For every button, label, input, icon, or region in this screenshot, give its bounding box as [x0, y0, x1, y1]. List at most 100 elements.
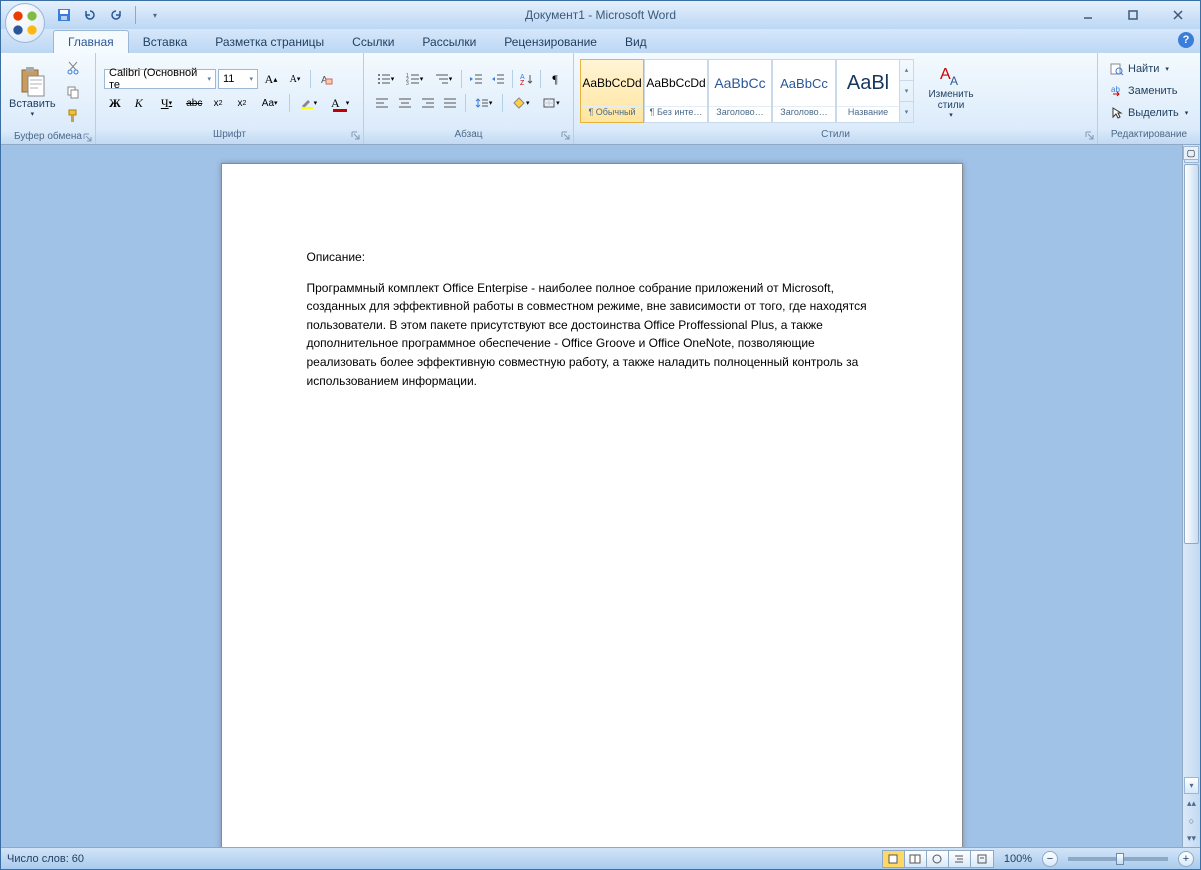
- style-item-title[interactable]: AaBl Название: [836, 59, 900, 123]
- minimize-button[interactable]: [1065, 1, 1110, 29]
- font-color-icon[interactable]: A▾: [325, 93, 355, 113]
- select-button[interactable]: Выделить▾: [1106, 102, 1192, 124]
- decrease-indent-icon[interactable]: [466, 69, 486, 89]
- help-icon[interactable]: ?: [1178, 32, 1194, 48]
- styles-gallery: AaBbCcDd ¶ Обычный AaBbCcDd ¶ Без инте… …: [580, 59, 914, 123]
- office-button[interactable]: [5, 3, 45, 43]
- find-button[interactable]: Найти▾: [1106, 58, 1192, 80]
- doc-heading: Описание:: [307, 248, 877, 267]
- group-clipboard: Вставить ▾ Буфер обмена: [1, 53, 96, 144]
- launcher-icon[interactable]: [1084, 130, 1095, 141]
- change-styles-button[interactable]: AA Изменить стили ▾: [922, 55, 980, 127]
- bold-icon[interactable]: Ж: [104, 93, 126, 113]
- grow-font-icon[interactable]: A▴: [260, 69, 282, 89]
- superscript-icon[interactable]: x2: [231, 93, 253, 113]
- bullets-icon[interactable]: ▾: [372, 69, 399, 89]
- font-size-combo[interactable]: 11▾: [218, 69, 258, 89]
- print-layout-view-icon[interactable]: [883, 851, 905, 867]
- view-buttons: [882, 850, 994, 868]
- browse-object-icon[interactable]: ○: [1183, 812, 1200, 829]
- page[interactable]: Описание: Программный комплект Office En…: [221, 163, 963, 847]
- justify-icon[interactable]: [440, 93, 461, 113]
- tab-references[interactable]: Ссылки: [338, 31, 408, 53]
- show-marks-icon[interactable]: ¶: [545, 69, 565, 89]
- group-label-clipboard: Буфер обмена: [1, 131, 95, 144]
- clear-formatting-icon[interactable]: A: [315, 69, 337, 89]
- fullscreen-reading-view-icon[interactable]: [905, 851, 927, 867]
- browse-buttons: ▴▴ ○ ▾▾: [1183, 795, 1200, 847]
- italic-icon[interactable]: К: [128, 93, 150, 113]
- status-bar: Число слов: 60 100% − +: [1, 847, 1200, 869]
- outline-view-icon[interactable]: [949, 851, 971, 867]
- launcher-icon[interactable]: [82, 132, 93, 143]
- paste-button[interactable]: Вставить ▾: [5, 56, 60, 128]
- styles-up-icon[interactable]: ▴: [900, 60, 913, 81]
- scroll-thumb[interactable]: [1184, 164, 1199, 544]
- document-scroll[interactable]: Описание: Программный комплект Office En…: [1, 145, 1182, 847]
- copy-icon[interactable]: [62, 81, 84, 103]
- shading-icon[interactable]: ▾: [507, 93, 535, 113]
- next-page-icon[interactable]: ▾▾: [1183, 830, 1200, 847]
- scroll-track[interactable]: [1183, 164, 1200, 776]
- style-item-heading1[interactable]: AaBbCc Заголово…: [708, 59, 772, 123]
- ribbon-tabs: Главная Вставка Разметка страницы Ссылки…: [1, 29, 1200, 53]
- change-case-icon[interactable]: Aa▾: [255, 93, 285, 113]
- save-icon[interactable]: [53, 4, 75, 26]
- quick-access-toolbar: ▾: [53, 1, 166, 29]
- launcher-icon[interactable]: [350, 130, 361, 141]
- draft-view-icon[interactable]: [971, 851, 993, 867]
- align-center-icon[interactable]: [395, 93, 416, 113]
- window-controls: [1065, 1, 1200, 29]
- zoom-level[interactable]: 100%: [1004, 853, 1032, 865]
- prev-page-icon[interactable]: ▴▴: [1183, 795, 1200, 812]
- styles-down-icon[interactable]: ▾: [900, 81, 913, 102]
- scroll-down-icon[interactable]: ▾: [1184, 777, 1199, 794]
- web-layout-view-icon[interactable]: [927, 851, 949, 867]
- svg-text:Z: Z: [520, 80, 525, 85]
- format-painter-icon[interactable]: [62, 105, 84, 127]
- subscript-icon[interactable]: x2: [207, 93, 229, 113]
- style-item-heading2[interactable]: AaBbCc Заголово…: [772, 59, 836, 123]
- launcher-icon[interactable]: [560, 130, 571, 141]
- zoom-in-button[interactable]: +: [1178, 851, 1194, 867]
- align-right-icon[interactable]: [417, 93, 438, 113]
- underline-icon[interactable]: Ч ▾: [152, 93, 182, 113]
- styles-more-icon[interactable]: ▾: [900, 102, 913, 122]
- tab-view[interactable]: Вид: [611, 31, 661, 53]
- redo-icon[interactable]: [105, 4, 127, 26]
- strikethrough-icon[interactable]: abc: [183, 93, 205, 113]
- multilevel-list-icon[interactable]: ▾: [430, 69, 457, 89]
- close-button[interactable]: [1155, 1, 1200, 29]
- shrink-font-icon[interactable]: A▾: [284, 69, 306, 89]
- qat-customize-icon[interactable]: ▾: [144, 4, 166, 26]
- line-spacing-icon[interactable]: ▾: [470, 93, 498, 113]
- tab-review[interactable]: Рецензирование: [490, 31, 611, 53]
- ruler-toggle-icon[interactable]: ▢: [1183, 146, 1199, 160]
- maximize-button[interactable]: [1110, 1, 1155, 29]
- word-count[interactable]: Число слов: 60: [7, 853, 84, 865]
- vertical-scrollbar: ▴ ▾ ▴▴ ○ ▾▾: [1182, 145, 1200, 847]
- font-family-combo[interactable]: Calibri (Основной те▾: [104, 69, 216, 89]
- zoom-out-button[interactable]: −: [1042, 851, 1058, 867]
- tab-home[interactable]: Главная: [53, 30, 129, 53]
- group-paragraph: ▾ 123▾ ▾ AZ ¶ ▾: [364, 53, 574, 144]
- style-item-nospacing[interactable]: AaBbCcDd ¶ Без инте…: [644, 59, 708, 123]
- tab-layout[interactable]: Разметка страницы: [201, 31, 338, 53]
- group-label-styles: Стили: [574, 129, 1097, 144]
- cut-icon[interactable]: [62, 57, 84, 79]
- zoom-slider[interactable]: [1068, 857, 1168, 861]
- replace-button[interactable]: abЗаменить: [1106, 80, 1192, 102]
- align-left-icon[interactable]: [372, 93, 393, 113]
- highlight-icon[interactable]: ▾: [294, 93, 324, 113]
- borders-icon[interactable]: ▾: [537, 93, 565, 113]
- tab-mailings[interactable]: Рассылки: [408, 31, 490, 53]
- zoom-thumb[interactable]: [1116, 853, 1124, 865]
- sort-icon[interactable]: AZ: [516, 69, 536, 89]
- style-item-normal[interactable]: AaBbCcDd ¶ Обычный: [580, 59, 644, 123]
- undo-icon[interactable]: [79, 4, 101, 26]
- increase-indent-icon[interactable]: [488, 69, 508, 89]
- numbering-icon[interactable]: 123▾: [401, 69, 428, 89]
- svg-text:A: A: [950, 74, 958, 88]
- tab-insert[interactable]: Вставка: [129, 31, 202, 53]
- doc-body: Программный комплект Office Enterpise - …: [307, 279, 877, 391]
